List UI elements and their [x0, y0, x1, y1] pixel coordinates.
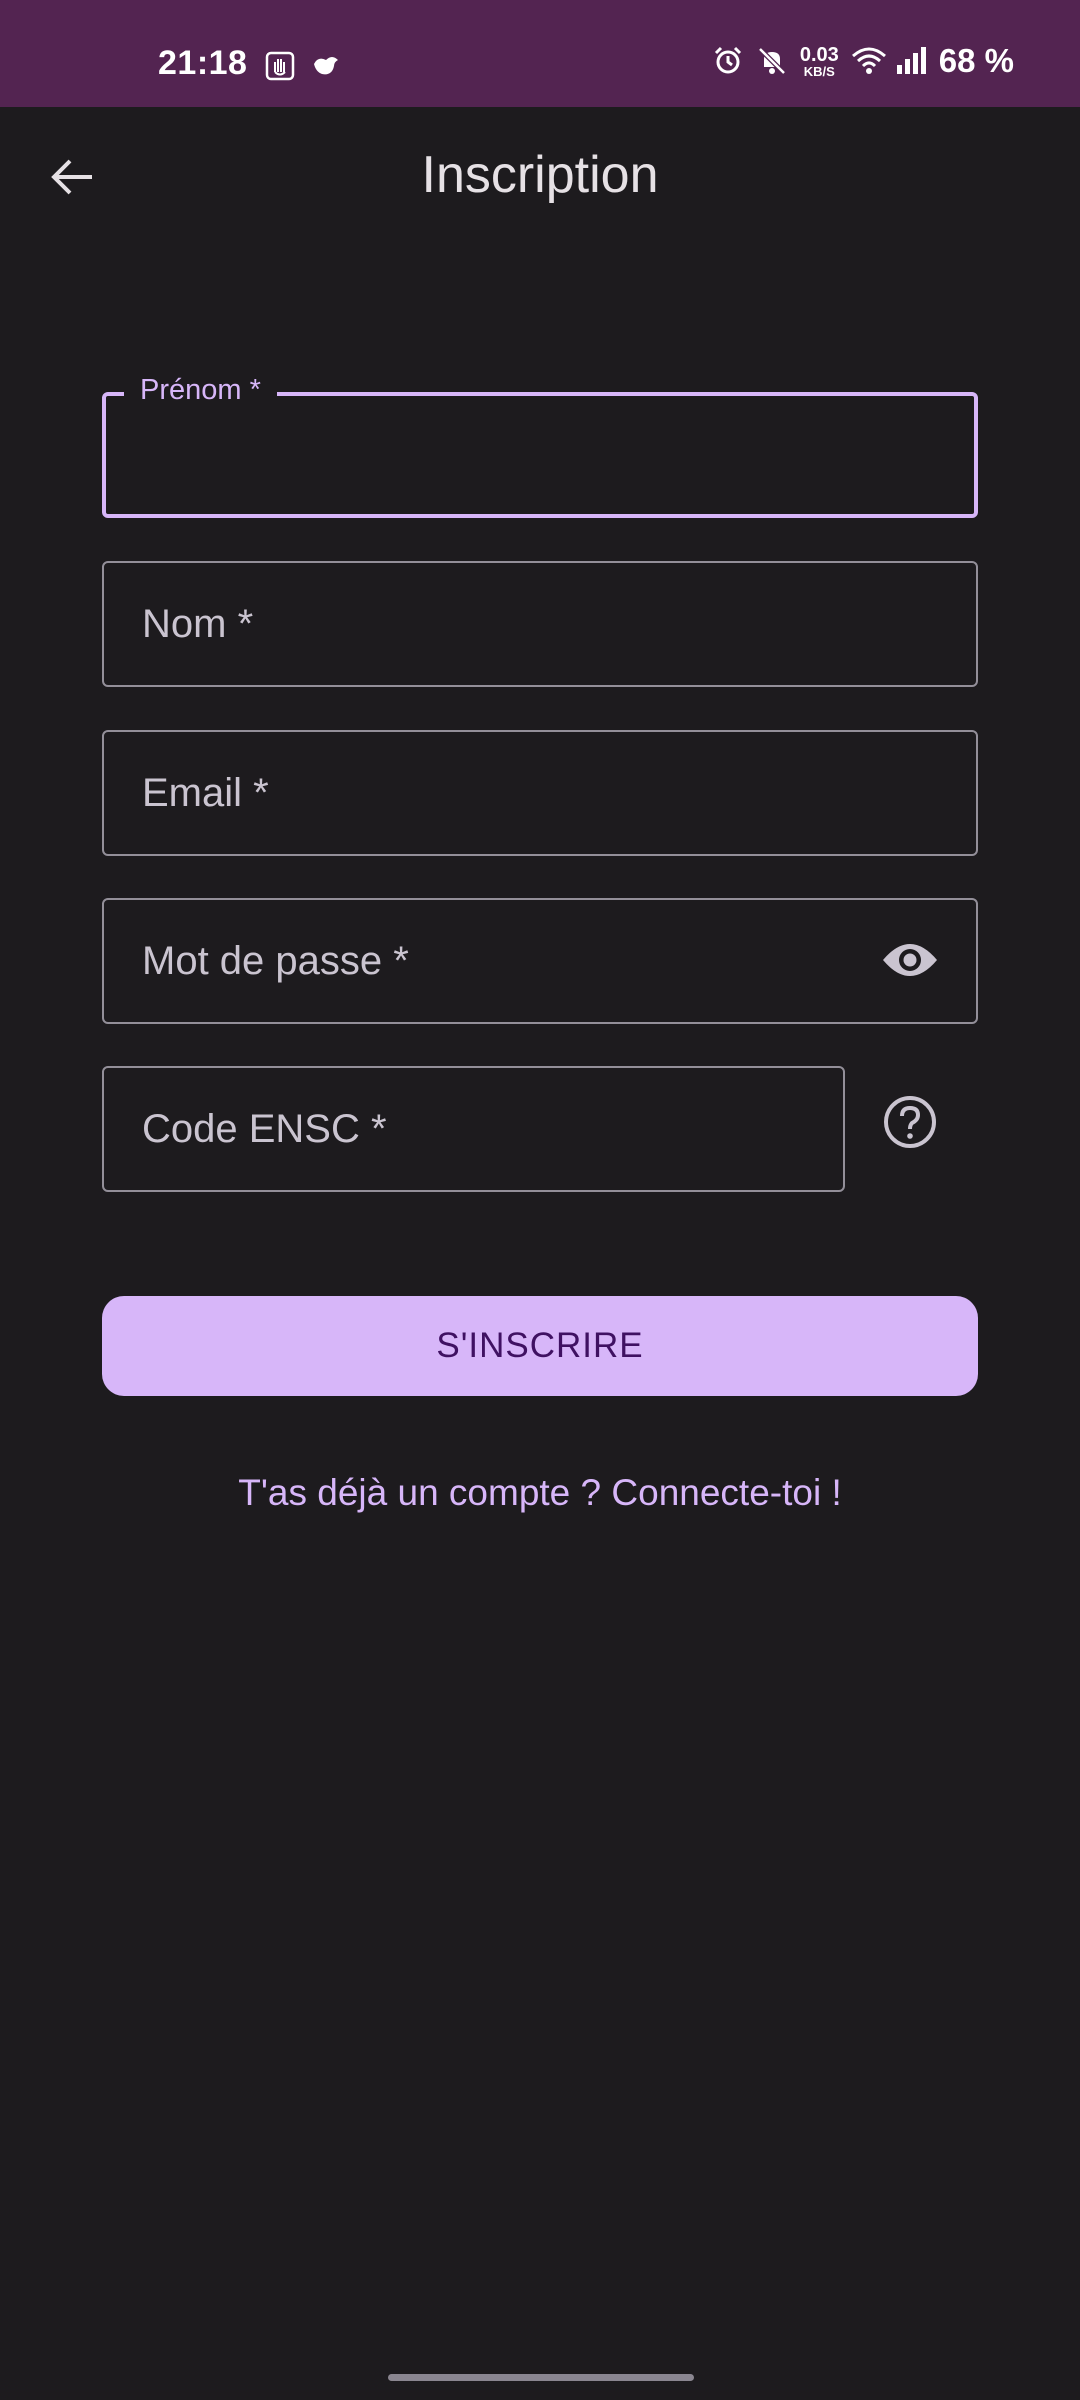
password-field[interactable] [102, 898, 978, 1024]
first-name-input[interactable] [144, 396, 936, 514]
first-name-field[interactable]: Prénom * [102, 374, 978, 518]
ensc-code-field[interactable] [102, 1066, 845, 1192]
last-name-field[interactable] [102, 561, 978, 687]
login-link[interactable]: T'as déjà un compte ? Connecte-toi ! [0, 1472, 1080, 1514]
hand-icon [264, 50, 296, 82]
bird-icon [310, 50, 342, 82]
page-title: Inscription [421, 146, 659, 204]
battery-level: 68 % [938, 42, 1014, 79]
home-indicator[interactable] [388, 2374, 694, 2381]
email-field[interactable] [102, 730, 978, 856]
ensc-code-help-button[interactable] [880, 1094, 940, 1154]
top-app-bar: Inscription [0, 107, 1080, 252]
signal-icon [895, 45, 927, 77]
wifi-icon [851, 45, 886, 77]
status-right-icons: 0.03 KB/S 68 % [712, 42, 1014, 80]
eye-icon [881, 940, 939, 985]
mute-icon [756, 45, 788, 77]
sign-up-button[interactable]: S'INSCRIRE [102, 1296, 978, 1396]
password-input[interactable] [142, 900, 856, 1022]
status-time: 21:18 [158, 44, 248, 82]
network-speed: 0.03 KB/S [799, 43, 839, 79]
status-left-icons [264, 50, 342, 82]
help-circle-icon [882, 1094, 938, 1155]
email-input[interactable] [142, 732, 938, 854]
ensc-code-input[interactable] [142, 1068, 805, 1190]
status-bar: 21:18 0.03 KB/S 68 % [0, 0, 1080, 107]
alarm-icon [712, 45, 744, 77]
toggle-password-visibility-button[interactable] [880, 936, 940, 988]
last-name-input[interactable] [142, 563, 938, 685]
